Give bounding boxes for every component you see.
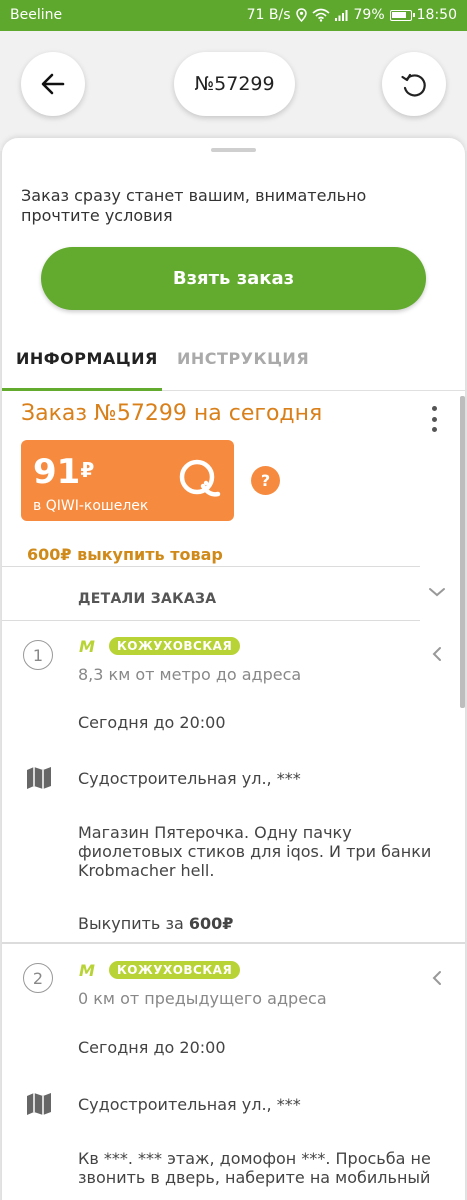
arrow-left-icon bbox=[41, 73, 65, 95]
point-address: Судостроительная ул., *** bbox=[78, 1095, 301, 1114]
point-number: 1 bbox=[23, 640, 53, 670]
point-description: Магазин Пятерочка. Одну пачку фиолетовых… bbox=[78, 823, 432, 880]
wifi-icon bbox=[311, 8, 330, 22]
metro-icon: М bbox=[79, 637, 95, 656]
point-distance: 8,3 км от метро до адреса bbox=[78, 665, 302, 684]
order-number: №57299 bbox=[194, 73, 275, 95]
more-menu-icon[interactable] bbox=[428, 406, 440, 432]
point-number: 2 bbox=[23, 963, 53, 993]
point-address: Судостроительная ул., *** bbox=[78, 769, 301, 788]
metro-icon: М bbox=[79, 961, 95, 980]
back-button[interactable] bbox=[21, 52, 85, 116]
refresh-icon bbox=[401, 73, 426, 97]
point-description: Кв ***. *** этаж, домофон ***. Просьба н… bbox=[78, 1149, 431, 1187]
map-icon bbox=[27, 1093, 51, 1115]
point-buyout: Выкупить за 600₽ bbox=[78, 914, 234, 933]
divider bbox=[2, 620, 420, 621]
status-bar: Beeline 71 B/s 79% 18:50 bbox=[0, 0, 467, 31]
qiwi-logo-icon bbox=[179, 459, 221, 497]
currency-symbol: ₽ bbox=[80, 458, 95, 482]
refresh-button[interactable] bbox=[382, 52, 446, 116]
tab-information[interactable]: ИНФОРМАЦИЯ bbox=[16, 349, 158, 368]
carrier-name: Beeline bbox=[10, 7, 63, 23]
payment-amount: 91₽ bbox=[33, 452, 95, 492]
buyout-amount: 600₽ выкупить товар bbox=[27, 545, 223, 564]
location-icon bbox=[295, 8, 307, 22]
active-tab-indicator bbox=[2, 388, 162, 391]
divider bbox=[2, 566, 420, 567]
status-bar-right: 71 B/s 79% 18:50 bbox=[247, 7, 457, 23]
sheet-drag-handle[interactable] bbox=[211, 148, 256, 152]
metro-station-badge: КОЖУХОВСКАЯ bbox=[109, 961, 241, 979]
map-icon bbox=[27, 767, 51, 789]
payment-card: 91₽ в QIWI-кошелек bbox=[21, 440, 234, 521]
help-button[interactable]: ? bbox=[251, 466, 280, 495]
top-bar: №57299 bbox=[0, 31, 467, 151]
divider bbox=[2, 942, 465, 944]
order-notice: Заказ сразу станет вашим, внимательно пр… bbox=[21, 186, 367, 225]
point-distance: 0 км от предыдущего адреса bbox=[78, 989, 327, 1008]
chevron-left-icon[interactable] bbox=[432, 970, 442, 986]
battery-percent: 79% bbox=[353, 7, 385, 23]
order-sheet: Заказ сразу станет вашим, внимательно пр… bbox=[2, 138, 465, 1200]
tab-instructions[interactable]: ИНСТРУКЦИЯ bbox=[177, 349, 309, 368]
payment-method: в QIWI-кошелек bbox=[33, 498, 149, 514]
metro-station-badge: КОЖУХОВСКАЯ bbox=[109, 637, 241, 655]
point-time: Сегодня до 20:00 bbox=[78, 1038, 226, 1057]
signal-icon bbox=[334, 10, 348, 21]
point-buyout-amount: 600₽ bbox=[188, 914, 234, 933]
order-details-header: ДЕТАЛИ ЗАКАЗА bbox=[78, 591, 217, 607]
take-order-button[interactable]: Взять заказ bbox=[41, 247, 426, 310]
order-number-pill: №57299 bbox=[174, 52, 295, 116]
clock: 18:50 bbox=[416, 7, 457, 23]
battery-icon bbox=[389, 9, 415, 21]
tab-bar: ИНФОРМАЦИЯ ИНСТРУКЦИЯ bbox=[2, 333, 465, 391]
chevron-left-icon[interactable] bbox=[432, 646, 442, 662]
scrollbar[interactable] bbox=[460, 396, 465, 708]
network-speed: 71 B/s bbox=[246, 7, 291, 23]
order-title: Заказ №57299 на сегодня bbox=[21, 401, 323, 426]
chevron-down-icon[interactable] bbox=[428, 586, 446, 598]
point-time: Сегодня до 20:00 bbox=[78, 713, 226, 732]
